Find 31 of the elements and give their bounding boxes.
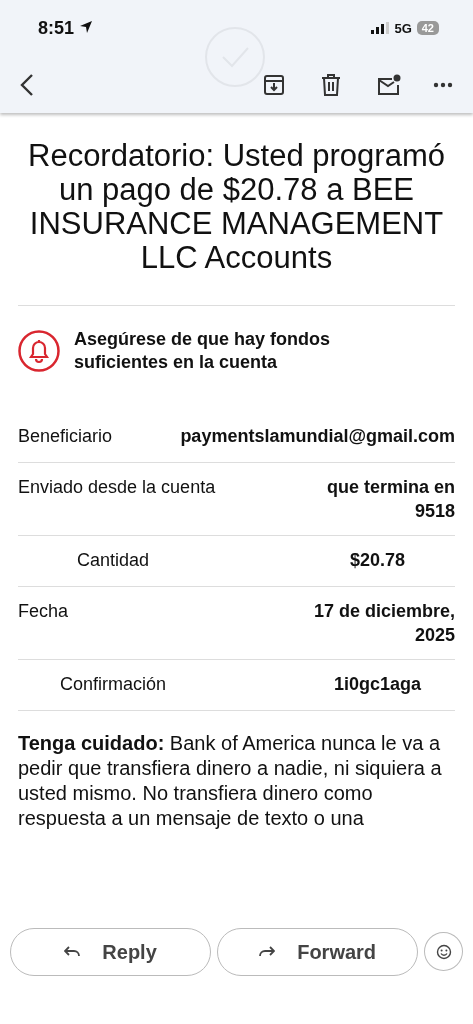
battery-level: 42 [416,21,439,35]
detail-label: Cantidad [75,549,151,572]
detail-value: 17 de diciembre, 2025 [312,600,455,647]
trash-icon [321,73,341,96]
archive-icon [263,73,285,96]
status-time: 8:51 [38,17,94,39]
bell-icon [18,330,60,372]
detail-label: Confirmación [58,673,167,696]
reply-button[interactable]: Reply [10,928,212,976]
checkmark-icon [204,26,266,88]
forward-icon [259,946,276,958]
detail-value: $20.78 [348,549,407,572]
detail-value: paymentslamundial@gmail.com [180,425,455,448]
more-icon [433,81,453,88]
detail-value: que termina en 9518 [325,476,455,523]
forward-button[interactable]: Forward [217,928,419,976]
reply-icon [64,946,81,958]
emoji-reaction-button[interactable] [424,932,463,971]
email-title: Recordatorio: Usted programó un pago de $20.78 a BEE INSURANCE MANAGEMENT LLC Accounts [18,139,455,306]
detail-label: Beneficiario [18,425,114,448]
warning-text: Tenga cuidado: Bank of America nunca le va a pedir que transfiera dinero a nadie, ni siquiera a usted mismo. No transfiera dinero como respuesta a un mensaje de texto o una [18,731,443,831]
envelope-icon [377,73,401,96]
location-arrow-icon [79,19,94,34]
smiley-icon [435,943,452,960]
detail-label: Enviado desde la cuenta [18,476,217,499]
detail-label: Fecha [18,600,70,623]
back-icon [20,72,34,97]
notice-text: Asegúrese de que hay fondos suficientes en la cuenta [74,328,332,374]
signal-icon [371,22,390,34]
network-label: 5G [394,20,412,36]
detail-value: 1i0gc1aga [332,673,423,696]
